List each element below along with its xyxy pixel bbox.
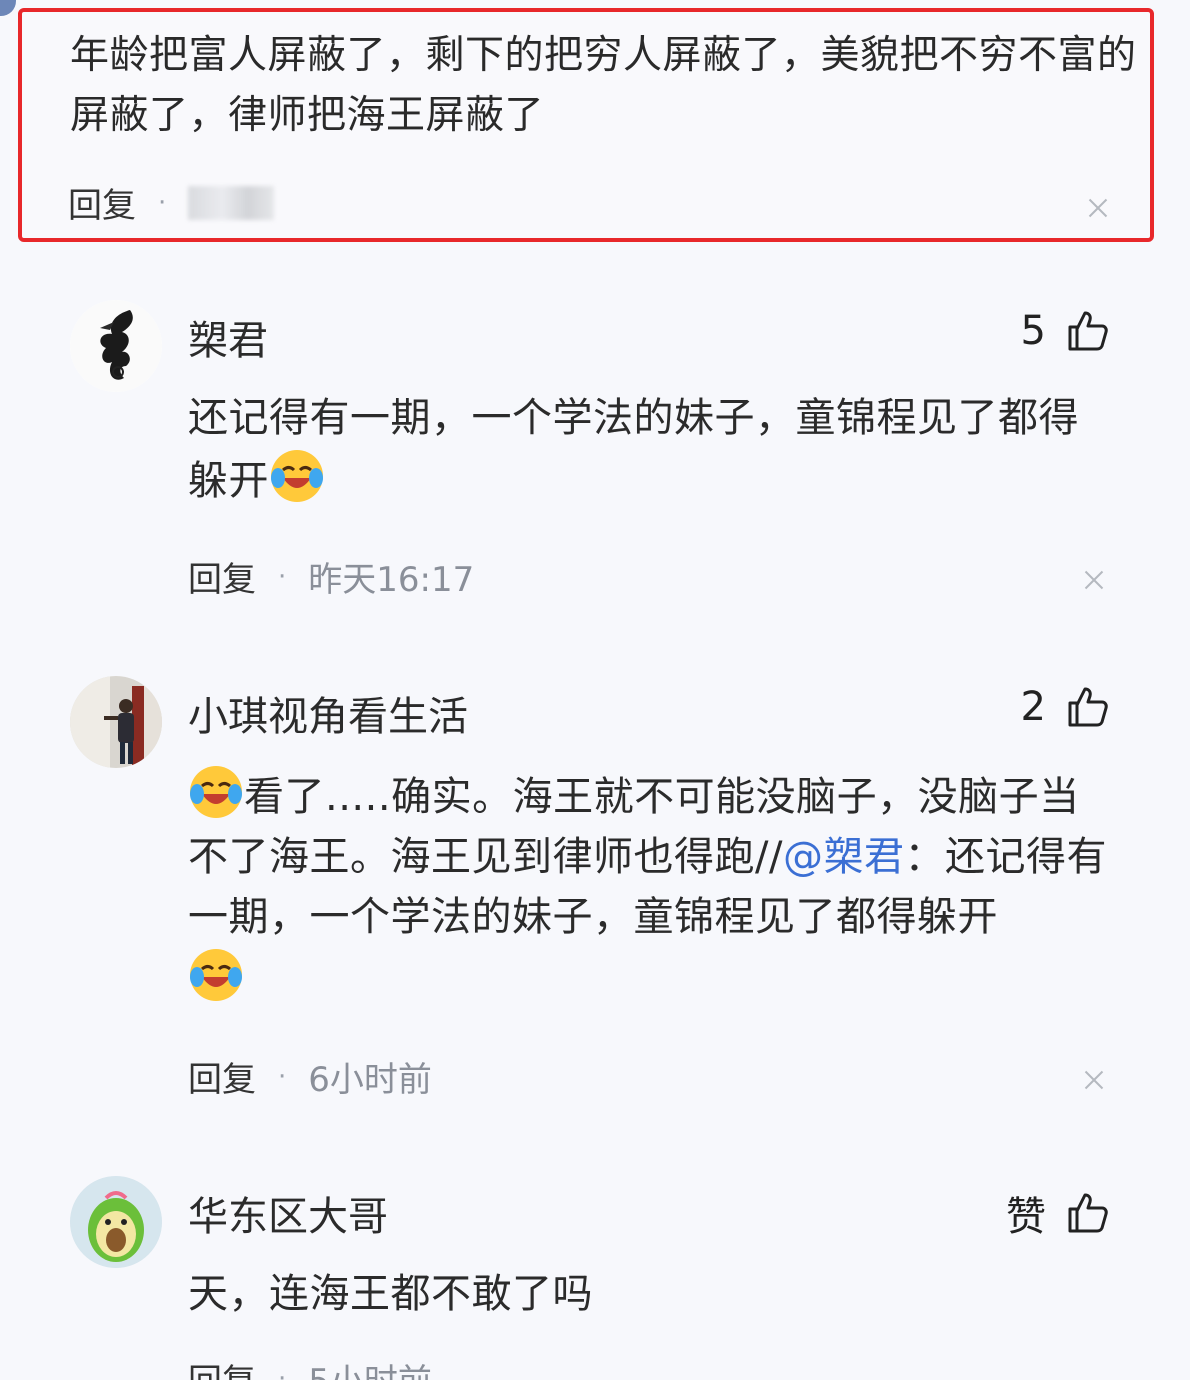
comment-item: 槊君 5 还记得有一期，一个学法的妹子，童锦程见了都得躲开 回复 · 昨天16:… (0, 300, 1190, 630)
comment-text: 看了.....确实。海王就不可能没脑子，没脑子当不了海王。海王见到律师也得跑//… (188, 764, 1118, 1010)
timestamp: 5小时前 (308, 1354, 432, 1380)
username[interactable]: 小琪视角看生活 (188, 684, 468, 742)
comment-meta: 回复 · (68, 178, 275, 227)
user-mention-link[interactable]: @槊君 (783, 834, 905, 880)
highlighted-comment: 年龄把富人屏蔽了，剩下的把穷人屏蔽了，美貌把不穷不富的屏蔽了，律师把海王屏蔽了 … (18, 8, 1154, 242)
laugh-cry-emoji (271, 450, 323, 502)
separator-dot: · (278, 561, 287, 592)
like-button[interactable]: 2 (1021, 684, 1110, 730)
username[interactable]: 槊君 (188, 308, 268, 366)
avatar[interactable] (70, 300, 162, 392)
comment-text: 还记得有一期，一个学法的妹子，童锦程见了都得躲开 (188, 388, 1118, 511)
comment-meta: 回复 · 昨天16:17 (188, 552, 474, 601)
like-count: 2 (1020, 684, 1046, 730)
avatar[interactable] (70, 1176, 162, 1268)
close-icon[interactable] (1084, 570, 1104, 590)
close-icon[interactable] (1084, 1070, 1104, 1090)
comment-feed: 年龄把富人屏蔽了，剩下的把穷人屏蔽了，美貌把不穷不富的屏蔽了，律师把海王屏蔽了 … (0, 0, 1190, 1380)
laugh-cry-emoji (190, 766, 242, 818)
like-count: 5 (1020, 308, 1046, 354)
like-label: 赞 (1006, 1194, 1046, 1240)
comment-item: 小琪视角看生活 2 看了.....确实。海王就不可能没脑子，没脑子当不了海王。海… (0, 676, 1190, 1116)
reply-button[interactable]: 回复 (188, 552, 256, 601)
avatar[interactable] (70, 676, 162, 768)
comment-text: 年龄把富人屏蔽了，剩下的把穷人屏蔽了，美貌把不穷不富的屏蔽了，律师把海王屏蔽了 (70, 33, 1137, 138)
like-button[interactable]: 赞 (1006, 1184, 1110, 1242)
blurred-timestamp (188, 185, 275, 220)
thumbs-up-icon (1068, 1193, 1108, 1233)
laugh-cry-emoji (190, 949, 242, 1001)
timestamp: 6小时前 (308, 1060, 432, 1100)
timestamp: 昨天16:17 (308, 560, 475, 600)
thumbs-up-icon (1068, 687, 1108, 727)
separator-dot: · (158, 187, 167, 218)
thumbs-up-icon (1068, 311, 1108, 351)
comment-meta: 回复 · 6小时前 (188, 1052, 432, 1101)
like-button[interactable]: 5 (1021, 308, 1110, 354)
reply-button[interactable]: 回复 (188, 1354, 256, 1380)
reply-button[interactable]: 回复 (68, 178, 136, 227)
username[interactable]: 华东区大哥 (188, 1184, 388, 1242)
comment-text: 天，连海王都不敢了吗 (188, 1271, 593, 1317)
corner-avatar-fragment (0, 0, 16, 16)
separator-dot: · (278, 1061, 287, 1092)
separator-dot: · (278, 1363, 287, 1380)
close-icon[interactable] (1088, 198, 1108, 218)
reply-button[interactable]: 回复 (188, 1052, 256, 1101)
comment-item: 华东区大哥 赞 天，连海王都不敢了吗 回复 · 5小时前 (0, 1176, 1190, 1380)
comment-meta: 回复 · 5小时前 (188, 1354, 432, 1380)
